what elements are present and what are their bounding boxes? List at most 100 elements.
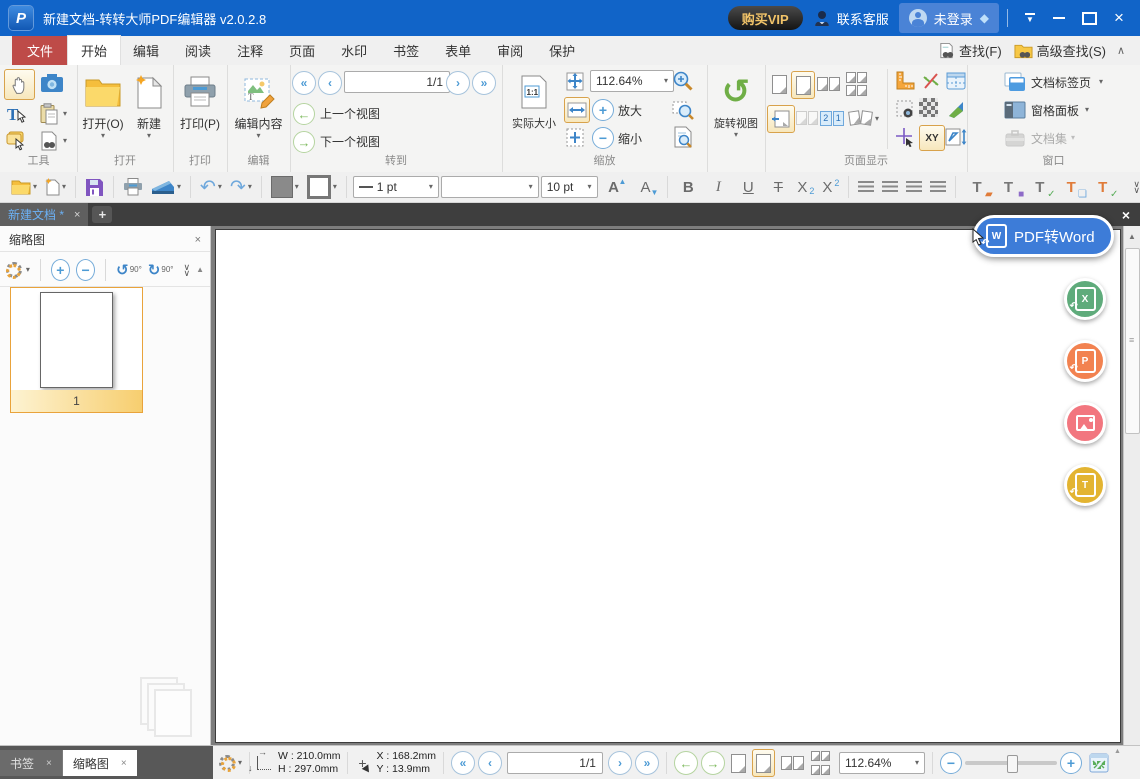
rotate-view-button[interactable]: ↺ 旋转视图 ▾ [708, 69, 764, 139]
align-left-button[interactable] [855, 174, 877, 200]
italic-button[interactable]: I [704, 174, 732, 200]
hand-tool-button[interactable] [4, 69, 35, 100]
thumbnails-tab-close-icon[interactable]: × [121, 758, 127, 769]
first-page-button[interactable]: « [292, 71, 316, 95]
page-number-view-button[interactable]: 2 1 [820, 107, 844, 129]
document-tabs-dropdown-arrow[interactable]: ▾ [1099, 78, 1103, 86]
status-next-view-button[interactable]: → [701, 751, 725, 775]
thumbnail-zoom-in-button[interactable]: + [51, 259, 70, 281]
print-button[interactable]: 打印(P) [176, 69, 224, 132]
document-page[interactable] [215, 229, 1121, 743]
open-dropdown-arrow[interactable]: ▾ [101, 132, 105, 140]
rotate-left-button[interactable]: ↺90° [116, 261, 142, 279]
pdf-to-txt-button[interactable]: T↶ [1064, 464, 1106, 506]
zoom-slider-plus-button[interactable]: + [1060, 752, 1082, 774]
continuous-view-button[interactable] [791, 71, 815, 99]
tab-protect[interactable]: 保护 [536, 36, 588, 65]
status-next-page-button[interactable]: › [608, 751, 632, 775]
tab-bookmark[interactable]: 书签 [380, 36, 432, 65]
login-button[interactable]: 未登录 ◆ [899, 3, 999, 33]
text-style-save-button[interactable]: T■ [994, 176, 1023, 198]
fill-color-button[interactable]: ▾ [268, 174, 302, 200]
edit-content-button[interactable]: T 编辑内容 ▾ [231, 69, 286, 140]
panel-tab-bookmarks[interactable]: 书签 × [0, 750, 63, 776]
booklet-view-button[interactable] [847, 107, 873, 129]
pdf-to-ppt-button[interactable]: P↶ [1064, 340, 1106, 382]
document-set-dropdown-arrow[interactable]: ▾ [1071, 134, 1075, 142]
select-annotation-button[interactable] [4, 129, 30, 153]
actual-size-button[interactable]: 1:1 实际大小 [508, 69, 560, 131]
font-size-combo[interactable]: 10 pt ▾ [541, 176, 598, 198]
status-page-input[interactable]: 1/1 [507, 752, 603, 774]
align-center-button[interactable] [879, 174, 901, 200]
status-single-page-button[interactable] [728, 750, 749, 776]
text-style-copy-button[interactable]: T❏ [1057, 176, 1086, 198]
status-last-page-button[interactable]: » [635, 751, 659, 775]
status-quad-page-button[interactable] [810, 750, 832, 776]
page-display-dropdown-arrow[interactable]: ▾ [875, 115, 879, 123]
scrollbar-thumb[interactable]: ≡ [1125, 248, 1140, 434]
strikethrough-button[interactable]: T [764, 174, 792, 200]
text-style-apply-button[interactable]: T✓ [1025, 176, 1054, 198]
thumbnail-panel-close-icon[interactable]: × [195, 234, 201, 246]
thumbnail-zoom-out-button[interactable]: − [76, 259, 95, 281]
single-page-view-button[interactable] [769, 71, 789, 97]
zoom-in-button[interactable]: 放大 [618, 102, 642, 119]
redo-button[interactable]: ↷▾ [227, 174, 255, 200]
collapse-ribbon-button[interactable]: ▼ [1016, 5, 1044, 31]
status-gear-dropdown-arrow[interactable]: ▾ [238, 759, 242, 767]
tab-home[interactable]: 开始 [68, 36, 120, 65]
last-page-button[interactable]: » [472, 71, 496, 95]
status-scroll-corner-icon[interactable]: ▲ [1114, 748, 1121, 755]
minimize-button[interactable] [1044, 5, 1074, 31]
pane-panel-button[interactable]: 窗格面板 [1031, 102, 1079, 119]
new-dropdown-arrow[interactable]: ▾ [147, 132, 151, 140]
buy-vip-button[interactable]: 购买VIP [728, 6, 803, 30]
status-previous-view-button[interactable]: ← [674, 751, 698, 775]
advanced-find-button[interactable]: 高级查找(S) [1037, 41, 1106, 60]
loupe-preview-button[interactable] [670, 125, 696, 149]
snapshot-button[interactable] [39, 72, 65, 94]
line-weights-button[interactable] [919, 69, 943, 93]
status-zoom-combo[interactable]: 112.64% ▾ [839, 752, 925, 774]
document-tab-active[interactable]: 新建文档 * × [0, 203, 88, 226]
split-view-button[interactable] [796, 107, 818, 129]
zoom-slider-knob[interactable] [1007, 755, 1018, 773]
fit-width-button[interactable] [564, 97, 590, 123]
tab-edit[interactable]: 编辑 [120, 36, 172, 65]
next-page-button[interactable]: › [446, 71, 470, 95]
marquee-select-zoom-button[interactable] [670, 97, 696, 121]
contact-support-button[interactable]: 联系客服 [803, 0, 899, 36]
thumbnail-options-gear-icon[interactable] [6, 262, 20, 278]
pdf-to-excel-button[interactable]: X↶ [1064, 278, 1106, 320]
tab-file[interactable]: 文件 [12, 36, 68, 65]
two-page-view-button[interactable] [815, 71, 841, 97]
paste-button[interactable] [37, 101, 61, 127]
quick-open-button[interactable]: ▾ [8, 174, 40, 200]
open-button[interactable]: 打开(O) ▾ [79, 69, 127, 140]
marquee-zoom-in-button[interactable] [670, 69, 696, 93]
align-justify-button[interactable] [927, 174, 949, 200]
undo-button[interactable]: ↶▾ [197, 174, 225, 200]
line-width-combo[interactable]: 1 pt ▾ [353, 176, 439, 198]
tab-read[interactable]: 阅读 [172, 36, 224, 65]
scrollbar-up-icon[interactable]: ▲ [1124, 228, 1140, 244]
superscript-button[interactable]: X2 [819, 174, 842, 200]
zoom-slider-minus-button[interactable]: − [940, 752, 962, 774]
status-gear-icon[interactable] [219, 755, 235, 771]
bold-button[interactable]: B [674, 174, 702, 200]
vertical-scrollbar[interactable]: ▲ ≡ [1123, 226, 1140, 745]
next-view-button[interactable]: 下一个视图 [320, 133, 380, 150]
transparency-grid-button[interactable] [893, 97, 917, 121]
quick-new-button[interactable]: ▾ [42, 174, 69, 200]
text-format-painter-button[interactable]: T▰ [962, 176, 991, 198]
thumbnail-item-selected[interactable]: 1 [10, 287, 143, 413]
status-continuous-button[interactable] [752, 749, 775, 777]
previous-view-button[interactable]: 上一个视图 [320, 105, 380, 122]
thumbnail-options-dropdown-arrow[interactable]: ▾ [26, 266, 30, 274]
rotate-right-button[interactable]: ↻90° [148, 261, 174, 279]
previous-view-arrow-icon[interactable]: ← [293, 103, 315, 125]
select-text-button[interactable]: T [4, 101, 30, 127]
ribbon-page-input[interactable]: 1/1 [344, 71, 450, 93]
quick-scan-button[interactable]: ▾ [148, 174, 184, 200]
